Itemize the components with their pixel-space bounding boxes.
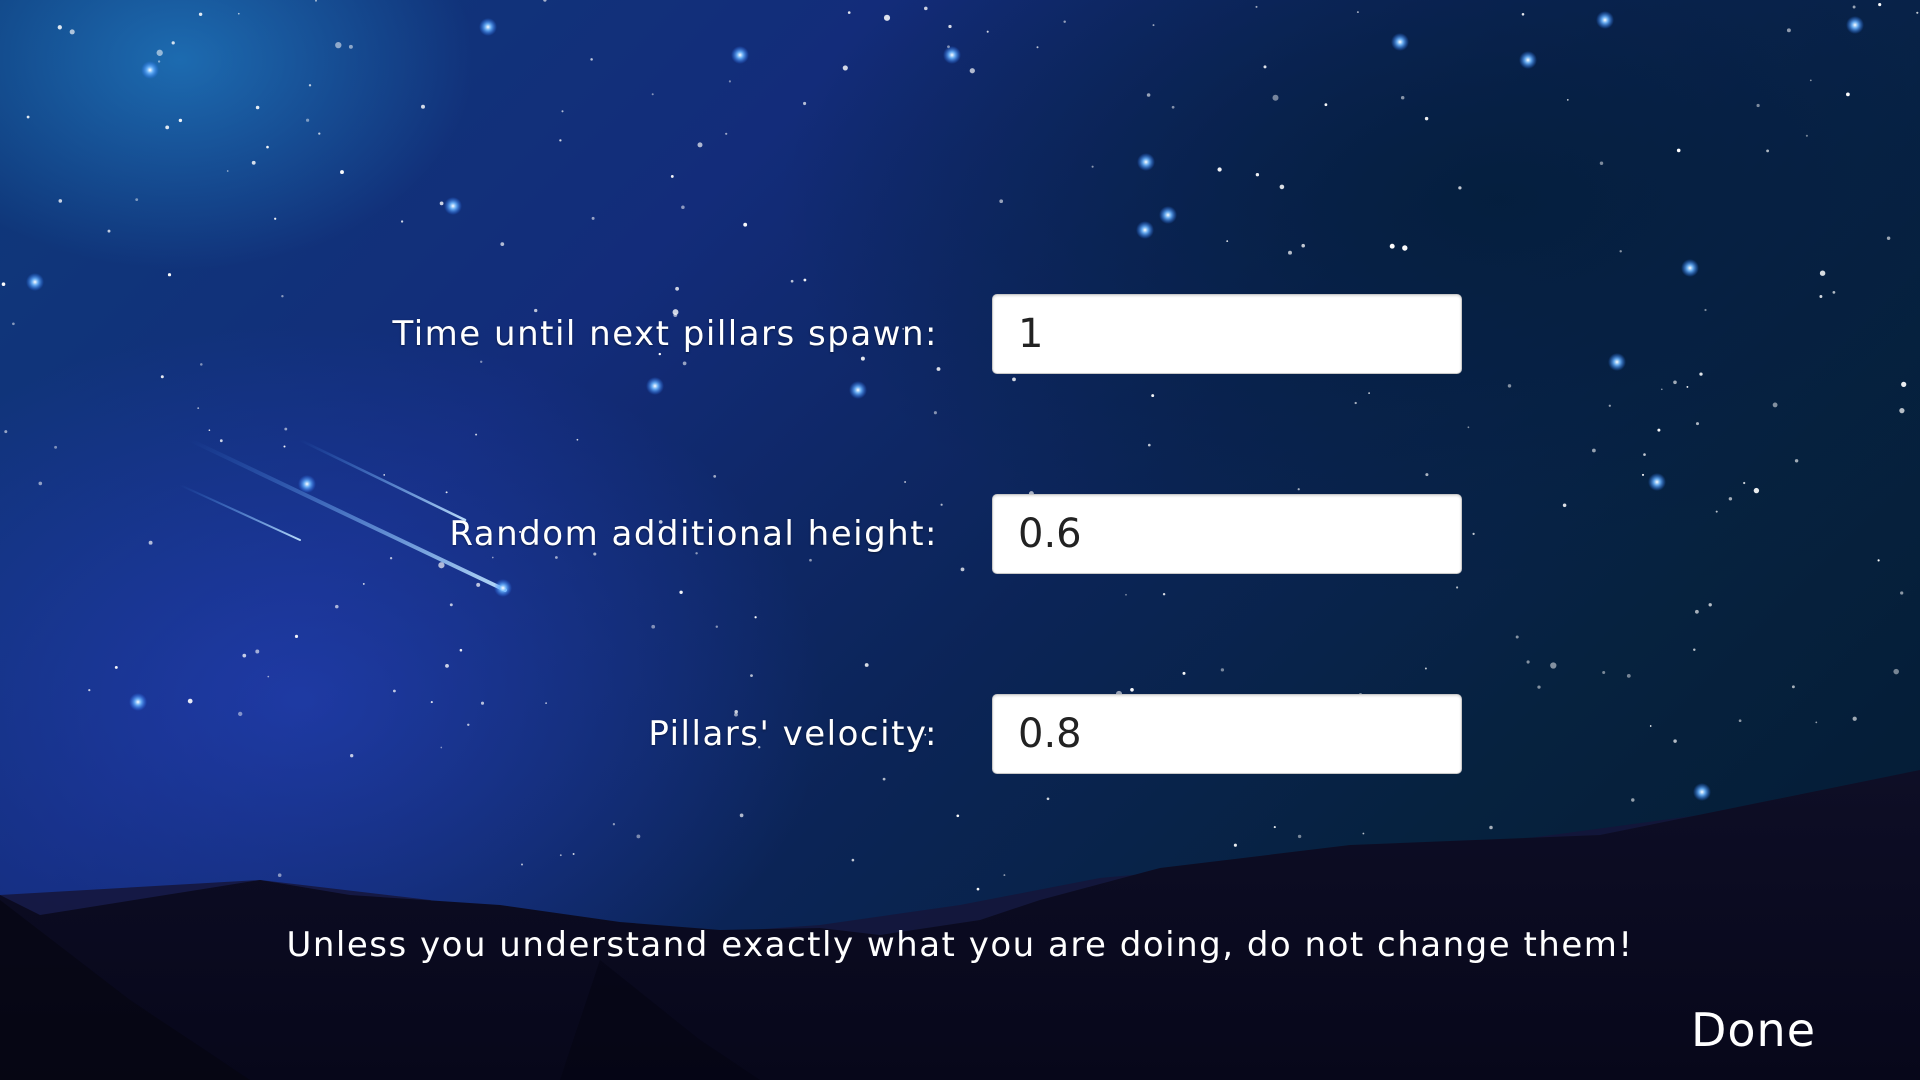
additional-height-input[interactable]: [992, 494, 1462, 574]
spawn-time-input[interactable]: [992, 294, 1462, 374]
velocity-input[interactable]: [992, 694, 1462, 774]
spawn-time-label: Time until next pillars spawn:: [392, 314, 938, 354]
star-field: [1, 0, 1919, 894]
warning-message: Unless you understand exactly what you a…: [286, 925, 1634, 965]
additional-height-label: Random additional height:: [449, 514, 938, 554]
night-sky-background: [0, 0, 1920, 1080]
velocity-label: Pillars' velocity:: [648, 714, 938, 754]
done-button[interactable]: Done: [1691, 1003, 1816, 1057]
settings-screen: Time until next pillars spawn: Random ad…: [0, 0, 1920, 1080]
